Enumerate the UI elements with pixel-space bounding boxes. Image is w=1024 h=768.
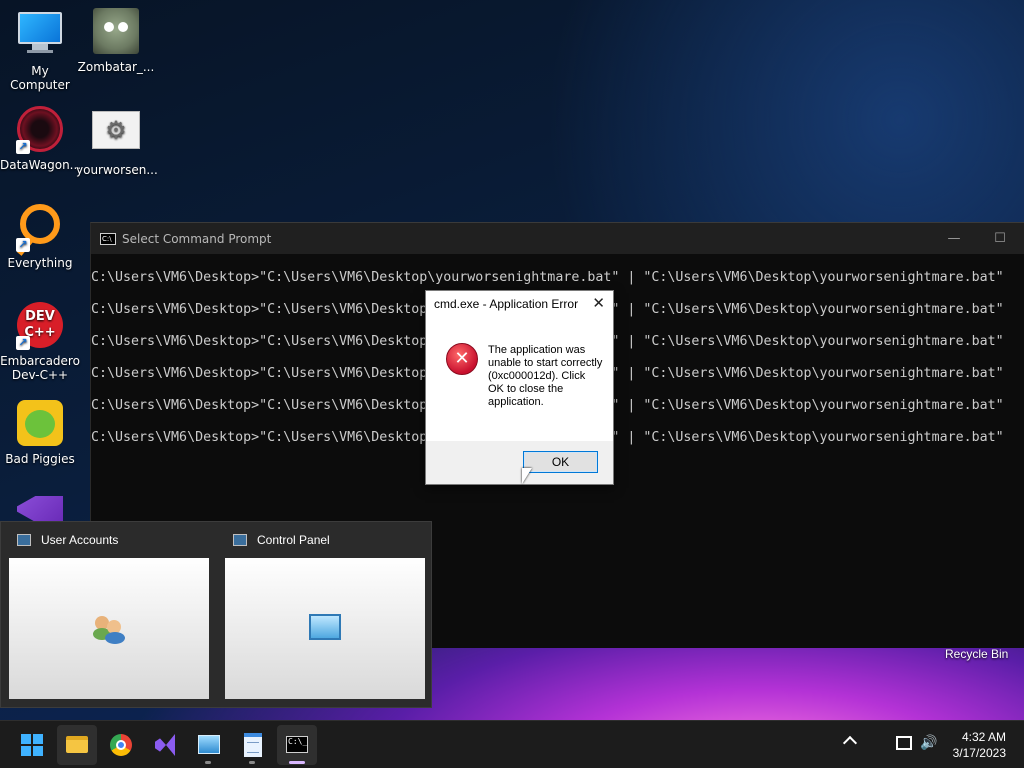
desktop-icon-my-computer[interactable]: My Computer (0, 8, 80, 92)
cmd-titlebar[interactable]: C:\ Select Command Prompt (91, 223, 1024, 254)
cmd-title: Select Command Prompt (122, 231, 272, 246)
desktop-icon-label: Zombatar_... (77, 60, 155, 74)
desktop-icon-everything[interactable]: ↗ Everything (0, 204, 80, 270)
system-clock[interactable]: 4:32 AM 3/17/2023 (953, 721, 1006, 768)
thumbnail-title: Control Panel (257, 533, 330, 547)
thumbnail-preview (9, 558, 209, 699)
taskbar-visual-studio[interactable] (145, 725, 185, 765)
desktop-icon-label: My Computer (10, 64, 70, 92)
ok-button[interactable]: OK (523, 451, 598, 473)
pig-icon (16, 400, 64, 448)
desktop-icon-bad-piggies[interactable]: Bad Piggies (0, 400, 80, 466)
thumbnail-preview (225, 558, 425, 699)
show-hidden-icons-chevron-icon[interactable] (842, 735, 858, 751)
desktop-icon-label: Embarcadero Dev-C++ (0, 354, 80, 382)
desktop-icon-label: Bad Piggies (5, 452, 75, 466)
folder-icon (66, 736, 88, 753)
notepad-icon (244, 733, 262, 757)
dialog-title: cmd.exe - Application Error (434, 297, 579, 311)
devcpp-icon: DEV C++ ↗ (16, 302, 64, 350)
magnifier-icon: ↗ (16, 204, 64, 252)
windows-logo-icon (21, 734, 43, 756)
desktop-icon-datawagon[interactable]: ↗ DataWagon... (0, 106, 82, 172)
control-panel-icon (309, 614, 341, 640)
network-icon[interactable] (896, 736, 912, 750)
cmd-output-line: C:\Users\VM6\Desktop>"C:\Users\VM6\Deskt… (91, 270, 1004, 285)
running-indicator (249, 761, 255, 764)
shortcut-arrow-icon: ↗ (16, 238, 30, 252)
taskbar-command-prompt[interactable]: C:\_ (277, 725, 317, 765)
users-icon (93, 614, 125, 644)
taskbar-notepad[interactable] (233, 725, 273, 765)
error-icon: ✕ (446, 343, 478, 375)
batch-file-gear-icon: ⚙ (92, 111, 140, 159)
mouse-cursor-icon (522, 468, 532, 484)
thumbnail-title: User Accounts (41, 533, 119, 547)
desktop-icon-label: DataWagon... (0, 158, 82, 172)
volume-icon[interactable]: 🔊 (920, 735, 937, 751)
datawagon-icon: ↗ (16, 106, 64, 154)
control-panel-icon (198, 735, 220, 754)
shortcut-arrow-icon: ↗ (16, 140, 30, 154)
shortcut-arrow-icon: ↗ (16, 336, 30, 350)
taskbar-chrome[interactable] (101, 725, 141, 765)
active-indicator (289, 761, 305, 764)
zombie-image-icon (92, 8, 140, 56)
desktop-icon-label: yourworsen... (76, 163, 158, 177)
desktop-icon-devcpp[interactable]: DEV C++ ↗ Embarcadero Dev-C++ (0, 302, 80, 382)
computer-icon (16, 12, 64, 60)
start-button[interactable] (12, 725, 52, 765)
running-indicator (205, 761, 211, 764)
taskbar-thumbnail-popup: User Accounts Control Panel (0, 521, 432, 708)
window-icon (233, 534, 247, 546)
taskbar-control-panel[interactable] (189, 725, 229, 765)
taskbar-file-explorer[interactable] (57, 725, 97, 765)
maximize-button[interactable]: ☐ (977, 223, 1023, 254)
visual-studio-icon (155, 734, 175, 756)
dialog-footer: OK (426, 441, 613, 484)
thumbnail-control-panel[interactable]: Control Panel (225, 522, 425, 699)
dialog-close-button[interactable]: ✕ (592, 294, 605, 312)
clock-date: 3/17/2023 (952, 746, 1006, 760)
application-error-dialog[interactable]: cmd.exe - Application Error ✕ ✕ The appl… (425, 290, 614, 485)
desktop-icon-yourworsenightmare[interactable]: ⚙ yourworsen... (76, 106, 158, 177)
command-prompt-icon: C:\_ (286, 736, 308, 753)
dialog-message: The application was unable to start corr… (488, 344, 603, 408)
desktop-icon-label: Everything (7, 256, 73, 270)
thumbnail-user-accounts[interactable]: User Accounts (9, 522, 209, 699)
clock-time: 4:32 AM (961, 730, 1006, 744)
cmd-app-icon: C:\ (100, 232, 116, 245)
visual-studio-icon (16, 496, 64, 522)
taskbar: C:\_ 🔊 4:32 AM 3/17/2023 (0, 720, 1024, 768)
desktop-icon-recycle-bin[interactable]: Recycle Bin (945, 647, 1008, 661)
minimize-button[interactable]: — (931, 223, 977, 254)
desktop-icon-zombatar[interactable]: Zombatar_... (76, 8, 156, 74)
window-icon (17, 534, 31, 546)
chrome-icon (110, 734, 132, 756)
